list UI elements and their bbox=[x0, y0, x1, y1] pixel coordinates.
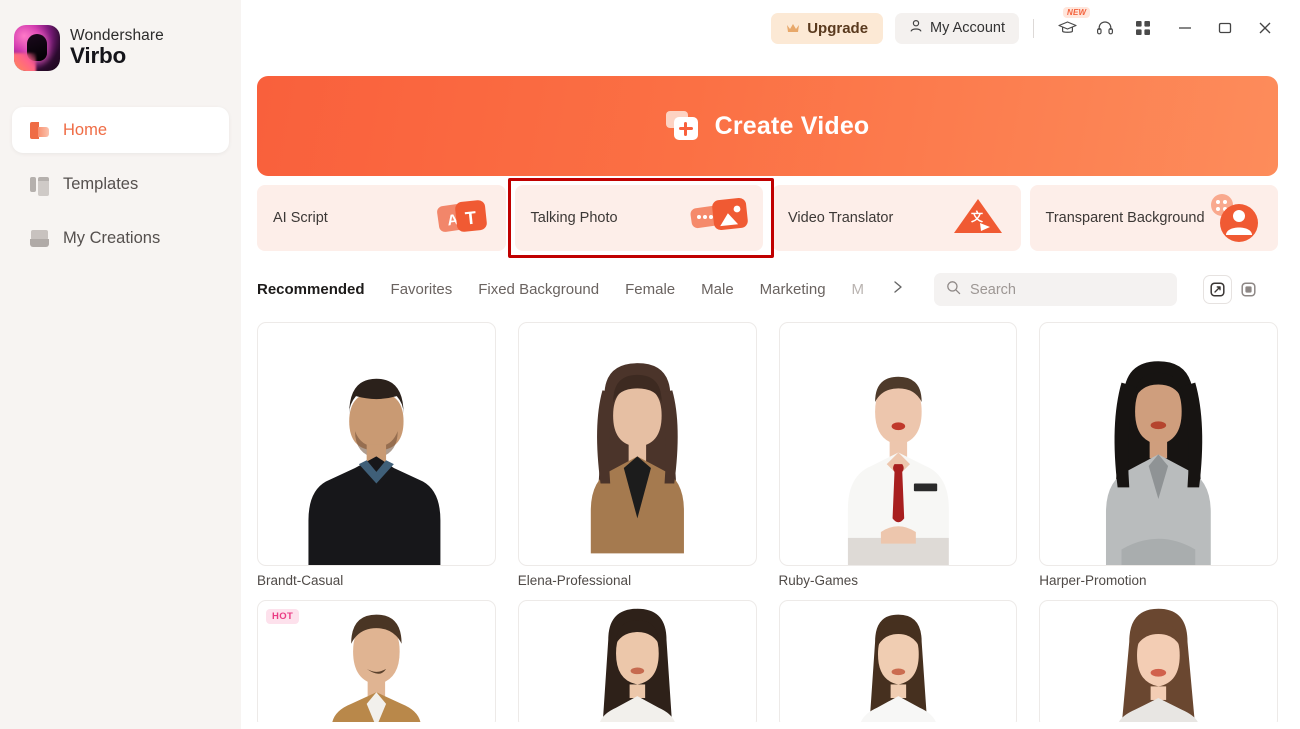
headset-support-icon[interactable] bbox=[1093, 16, 1117, 40]
new-badge: NEW bbox=[1063, 7, 1091, 18]
crown-icon bbox=[786, 23, 800, 34]
sidebar-item-templates-label: Templates bbox=[63, 174, 139, 193]
svg-text:T: T bbox=[464, 208, 477, 229]
avatar-thumbnail-brandt[interactable] bbox=[257, 322, 496, 566]
feature-card-talking-photo[interactable]: Talking Photo bbox=[514, 185, 763, 251]
avatar-name-elena: Elena-Professional bbox=[517, 573, 632, 588]
avatar-thumbnail-row2-1[interactable]: HOT bbox=[257, 600, 496, 722]
chevron-right-icon[interactable] bbox=[892, 279, 904, 300]
ai-script-icon: A T bbox=[430, 191, 496, 245]
templates-icon bbox=[29, 174, 50, 196]
avatar-card[interactable] bbox=[517, 600, 757, 722]
avatar-thumbnail-row2-3[interactable] bbox=[778, 600, 1018, 722]
tab-marketing[interactable]: Marketing bbox=[760, 281, 826, 298]
feature-label-ai-script: AI Script bbox=[273, 210, 328, 226]
search-icon bbox=[946, 280, 961, 300]
avatar-name-ruby: Ruby-Games bbox=[778, 573, 859, 588]
create-video-icon bbox=[665, 110, 702, 142]
header-divider bbox=[1033, 18, 1034, 38]
avatar-thumbnail-row2-4[interactable] bbox=[1039, 600, 1278, 722]
talking-photo-icon bbox=[687, 191, 753, 245]
transparent-background-icon bbox=[1202, 191, 1268, 245]
avatar-name-brandt: Brandt-Casual bbox=[257, 573, 344, 588]
sidebar-item-home[interactable]: Home bbox=[12, 107, 229, 153]
feature-card-row: AI Script A T Talking Photo Video Transl… bbox=[257, 178, 1278, 258]
avatar-thumbnail-row2-2[interactable] bbox=[517, 600, 757, 722]
main-content: Upgrade My Account NEW Create Video AI S… bbox=[241, 0, 1300, 729]
create-video-label: Create Video bbox=[714, 111, 870, 140]
video-translator-icon: 文 bbox=[945, 191, 1011, 245]
sidebar-item-templates[interactable]: Templates bbox=[12, 161, 229, 207]
virbo-app-window: Wondershare Virbo Home Templates My Crea… bbox=[0, 0, 1300, 729]
avatar-name-harper: Harper-Promotion bbox=[1039, 573, 1147, 588]
minimize-button[interactable] bbox=[1168, 11, 1202, 45]
virbo-logo-icon bbox=[14, 25, 60, 71]
my-creations-icon bbox=[29, 228, 50, 249]
my-account-label: My Account bbox=[930, 20, 1005, 36]
sidebar-item-my-creations[interactable]: My Creations bbox=[12, 215, 229, 261]
avatar-card[interactable] bbox=[1039, 600, 1278, 722]
hot-badge: HOT bbox=[266, 609, 300, 624]
home-icon bbox=[29, 120, 50, 141]
feature-card-transparent-background[interactable]: Transparent Background bbox=[1029, 185, 1278, 251]
search-area bbox=[934, 273, 1278, 306]
tab-fixed-background[interactable]: Fixed Background bbox=[478, 281, 599, 298]
sidebar-nav: Home Templates My Creations bbox=[0, 107, 241, 261]
feature-card-ai-script[interactable]: AI Script A T bbox=[257, 185, 506, 251]
avatar-card[interactable]: Brandt-Casual bbox=[257, 322, 496, 588]
feature-label-transparent-background: Transparent Background bbox=[1045, 210, 1205, 226]
titlebar: Upgrade My Account NEW bbox=[241, 0, 1300, 56]
avatar-thumbnail-elena[interactable] bbox=[517, 322, 757, 566]
search-box[interactable] bbox=[934, 273, 1178, 306]
upgrade-button[interactable]: Upgrade bbox=[771, 12, 884, 44]
avatar-card[interactable]: Harper-Promotion bbox=[1039, 322, 1278, 588]
tab-overflow-partial[interactable]: M bbox=[852, 281, 865, 298]
feature-label-talking-photo: Talking Photo bbox=[530, 210, 618, 226]
avatar-view-toggle[interactable] bbox=[1204, 276, 1231, 303]
avatar-grid: Brandt-Casual Elena-Professional Ruby-Ga… bbox=[257, 322, 1278, 722]
avatar-card[interactable]: Ruby-Games bbox=[778, 322, 1018, 588]
graduation-cap-icon[interactable]: NEW bbox=[1055, 7, 1091, 40]
category-tab-row: Recommended Favorites Fixed Background F… bbox=[257, 273, 1278, 306]
avatar-grid-wrapper: Brandt-Casual Elena-Professional Ruby-Ga… bbox=[257, 322, 1278, 722]
create-video-banner[interactable]: Create Video bbox=[257, 76, 1278, 176]
view-toggle-group bbox=[1204, 276, 1262, 303]
tab-favorites[interactable]: Favorites bbox=[391, 281, 453, 298]
feature-card-video-translator[interactable]: Video Translator 文 bbox=[772, 185, 1021, 251]
avatar-card[interactable]: Elena-Professional bbox=[517, 322, 757, 588]
feature-label-video-translator: Video Translator bbox=[788, 210, 894, 226]
product-name: Virbo bbox=[70, 43, 127, 69]
person-icon bbox=[909, 19, 923, 37]
tab-female[interactable]: Female bbox=[625, 281, 675, 298]
brand-name: Wondershare bbox=[70, 27, 164, 45]
scene-view-toggle[interactable] bbox=[1235, 276, 1262, 303]
app-logo: Wondershare Virbo bbox=[0, 0, 241, 71]
close-button[interactable] bbox=[1248, 11, 1282, 45]
tab-recommended[interactable]: Recommended bbox=[257, 281, 365, 298]
avatar-thumbnail-harper[interactable] bbox=[1039, 322, 1278, 566]
search-input[interactable] bbox=[970, 281, 1166, 298]
upgrade-label: Upgrade bbox=[807, 19, 869, 37]
avatar-thumbnail-ruby[interactable] bbox=[778, 322, 1018, 566]
my-account-button[interactable]: My Account bbox=[895, 12, 1019, 44]
sidebar-item-home-label: Home bbox=[63, 120, 108, 139]
apps-grid-icon[interactable] bbox=[1131, 16, 1155, 40]
avatar-card[interactable] bbox=[778, 600, 1018, 722]
avatar-card[interactable]: HOT bbox=[257, 600, 496, 722]
tab-male[interactable]: Male bbox=[701, 281, 734, 298]
sidebar: Wondershare Virbo Home Templates My Crea… bbox=[0, 0, 241, 729]
sidebar-item-my-creations-label: My Creations bbox=[63, 228, 161, 247]
maximize-button[interactable] bbox=[1208, 11, 1242, 45]
svg-text:文: 文 bbox=[971, 209, 984, 224]
category-tabs: Recommended Favorites Fixed Background F… bbox=[257, 279, 904, 300]
